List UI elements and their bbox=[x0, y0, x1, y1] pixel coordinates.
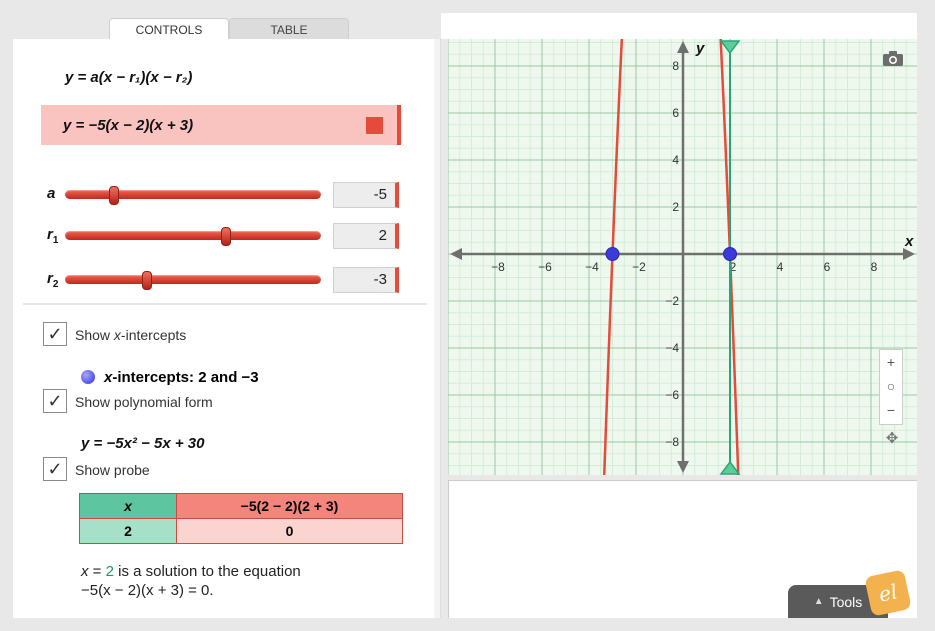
probe-cell-x: 2 bbox=[79, 518, 177, 544]
slider-r1-value-input[interactable]: 2 bbox=[333, 223, 399, 249]
show-probe-label: Show probe bbox=[75, 462, 150, 478]
y-tick-label: −8 bbox=[665, 435, 679, 449]
intercepts-readout: x-intercepts: 2 and −3 bbox=[104, 369, 259, 386]
slider-r1-thumb[interactable] bbox=[221, 227, 232, 246]
intercept-point bbox=[723, 247, 737, 261]
x-tick-label: −6 bbox=[538, 260, 552, 274]
probe-cell-value: 0 bbox=[176, 518, 403, 544]
tools-label: Tools bbox=[829, 593, 863, 610]
camera-icon[interactable] bbox=[882, 49, 904, 67]
panel-divider bbox=[23, 303, 427, 305]
show-probe-checkbox[interactable]: ✓ bbox=[43, 457, 67, 481]
show-polynomial-checkbox[interactable]: ✓ bbox=[43, 389, 67, 413]
logo-badge: el bbox=[864, 569, 912, 617]
slider-r1: r1 2 bbox=[41, 223, 401, 249]
slider-r1-label: r1 bbox=[47, 226, 59, 246]
tools-expand-icon: ▲ bbox=[813, 596, 824, 607]
controls-panel: y = a(x − r₁)(x − r₂) y = −5(x − 2)(x + … bbox=[13, 39, 441, 618]
x-tick-label: −4 bbox=[585, 260, 599, 274]
slider-r2: r2 -3 bbox=[41, 267, 401, 293]
pan-icon[interactable]: ✥ bbox=[883, 429, 901, 447]
polynomial-form: y = −5x² − 5x + 30 bbox=[81, 435, 205, 452]
slider-a-thumb[interactable] bbox=[108, 186, 119, 205]
solution-line-2: −5(x − 2)(x + 3) = 0. bbox=[81, 582, 214, 599]
show-intercepts-label: Show x-intercepts bbox=[75, 327, 187, 343]
slider-r2-track[interactable] bbox=[65, 271, 321, 290]
solution-text: x = 2 is a solution to the equation −5(x… bbox=[81, 562, 301, 600]
y-tick-label: 6 bbox=[672, 106, 679, 120]
y-tick-label: 8 bbox=[672, 59, 679, 73]
x-tick-label: 4 bbox=[777, 260, 784, 274]
slider-r2-thumb[interactable] bbox=[141, 271, 152, 290]
slider-r2-value-input[interactable]: -3 bbox=[333, 267, 399, 293]
x-tick-label: 8 bbox=[871, 260, 878, 274]
tab-table[interactable]: TABLE bbox=[229, 18, 349, 40]
show-intercepts-checkbox[interactable]: ✓ bbox=[43, 322, 67, 346]
x-tick-label: −2 bbox=[632, 260, 646, 274]
app-frame: CONTROLS TABLE y = a(x − r₁)(x − r₂) y =… bbox=[13, 13, 917, 618]
slider-r2-label: r2 bbox=[47, 270, 59, 290]
probe-header-expr: −5(2 − 2)(2 + 3) bbox=[176, 493, 403, 519]
tab-controls[interactable]: CONTROLS bbox=[109, 18, 229, 40]
probe-table-row: 2 0 bbox=[79, 518, 403, 544]
probe-header-x: x bbox=[79, 493, 177, 519]
tab-bar: CONTROLS TABLE bbox=[13, 13, 441, 40]
graph-area[interactable]: −8 −6 −4 −2 2 4 6 8 8 6 4 2 −2 −4 −6 −8 x y bbox=[448, 39, 917, 475]
x-tick-label: 6 bbox=[824, 260, 831, 274]
panel-splitter bbox=[441, 39, 448, 618]
y-axis-label: y bbox=[695, 40, 705, 57]
specific-equation-bar: y = −5(x − 2)(x + 3) bbox=[41, 105, 401, 145]
zoom-reset-button[interactable]: ○ bbox=[880, 374, 902, 398]
general-equation: y = a(x − r₁)(x − r₂) bbox=[65, 69, 193, 86]
show-polynomial-label: Show polynomial form bbox=[75, 394, 213, 410]
y-tick-label: −2 bbox=[665, 294, 679, 308]
curve-color-swatch[interactable] bbox=[366, 117, 383, 134]
x-axis-arrow-left bbox=[450, 248, 462, 260]
graph-canvas[interactable]: −8 −6 −4 −2 2 4 6 88642−2−4−6−8xy bbox=[448, 39, 917, 475]
probe-handle-top bbox=[719, 40, 741, 55]
slider-a: a -5 bbox=[41, 182, 401, 208]
y-axis-arrow-bottom bbox=[677, 461, 689, 473]
y-tick-label: 2 bbox=[672, 200, 679, 214]
x-axis-label: x bbox=[904, 233, 914, 250]
solution-line-1: x = 2 is a solution to the equation bbox=[81, 563, 301, 580]
x-tick-label: −8 bbox=[491, 260, 505, 274]
y-tick-label: −4 bbox=[665, 341, 679, 355]
controls-scrollbar[interactable] bbox=[434, 39, 440, 618]
y-tick-label: 4 bbox=[672, 153, 679, 167]
zoom-in-button[interactable]: + bbox=[880, 350, 902, 374]
zoom-controls: + ○ − bbox=[879, 349, 903, 425]
zoom-out-button[interactable]: − bbox=[880, 398, 902, 422]
y-tick-label: −6 bbox=[665, 388, 679, 402]
intercept-point-icon bbox=[81, 370, 95, 384]
slider-a-label: a bbox=[47, 185, 56, 202]
probe-table-header: x −5(2 − 2)(2 + 3) bbox=[79, 493, 403, 519]
intercept-point bbox=[605, 247, 620, 261]
slider-a-track[interactable] bbox=[65, 186, 321, 205]
probe-table: x −5(2 − 2)(2 + 3) 2 0 bbox=[79, 493, 403, 544]
probe-handle-bottom bbox=[719, 460, 741, 475]
specific-equation: y = −5(x − 2)(x + 3) bbox=[63, 116, 194, 134]
slider-a-value-input[interactable]: -5 bbox=[333, 182, 399, 208]
slider-r1-track[interactable] bbox=[65, 227, 321, 246]
